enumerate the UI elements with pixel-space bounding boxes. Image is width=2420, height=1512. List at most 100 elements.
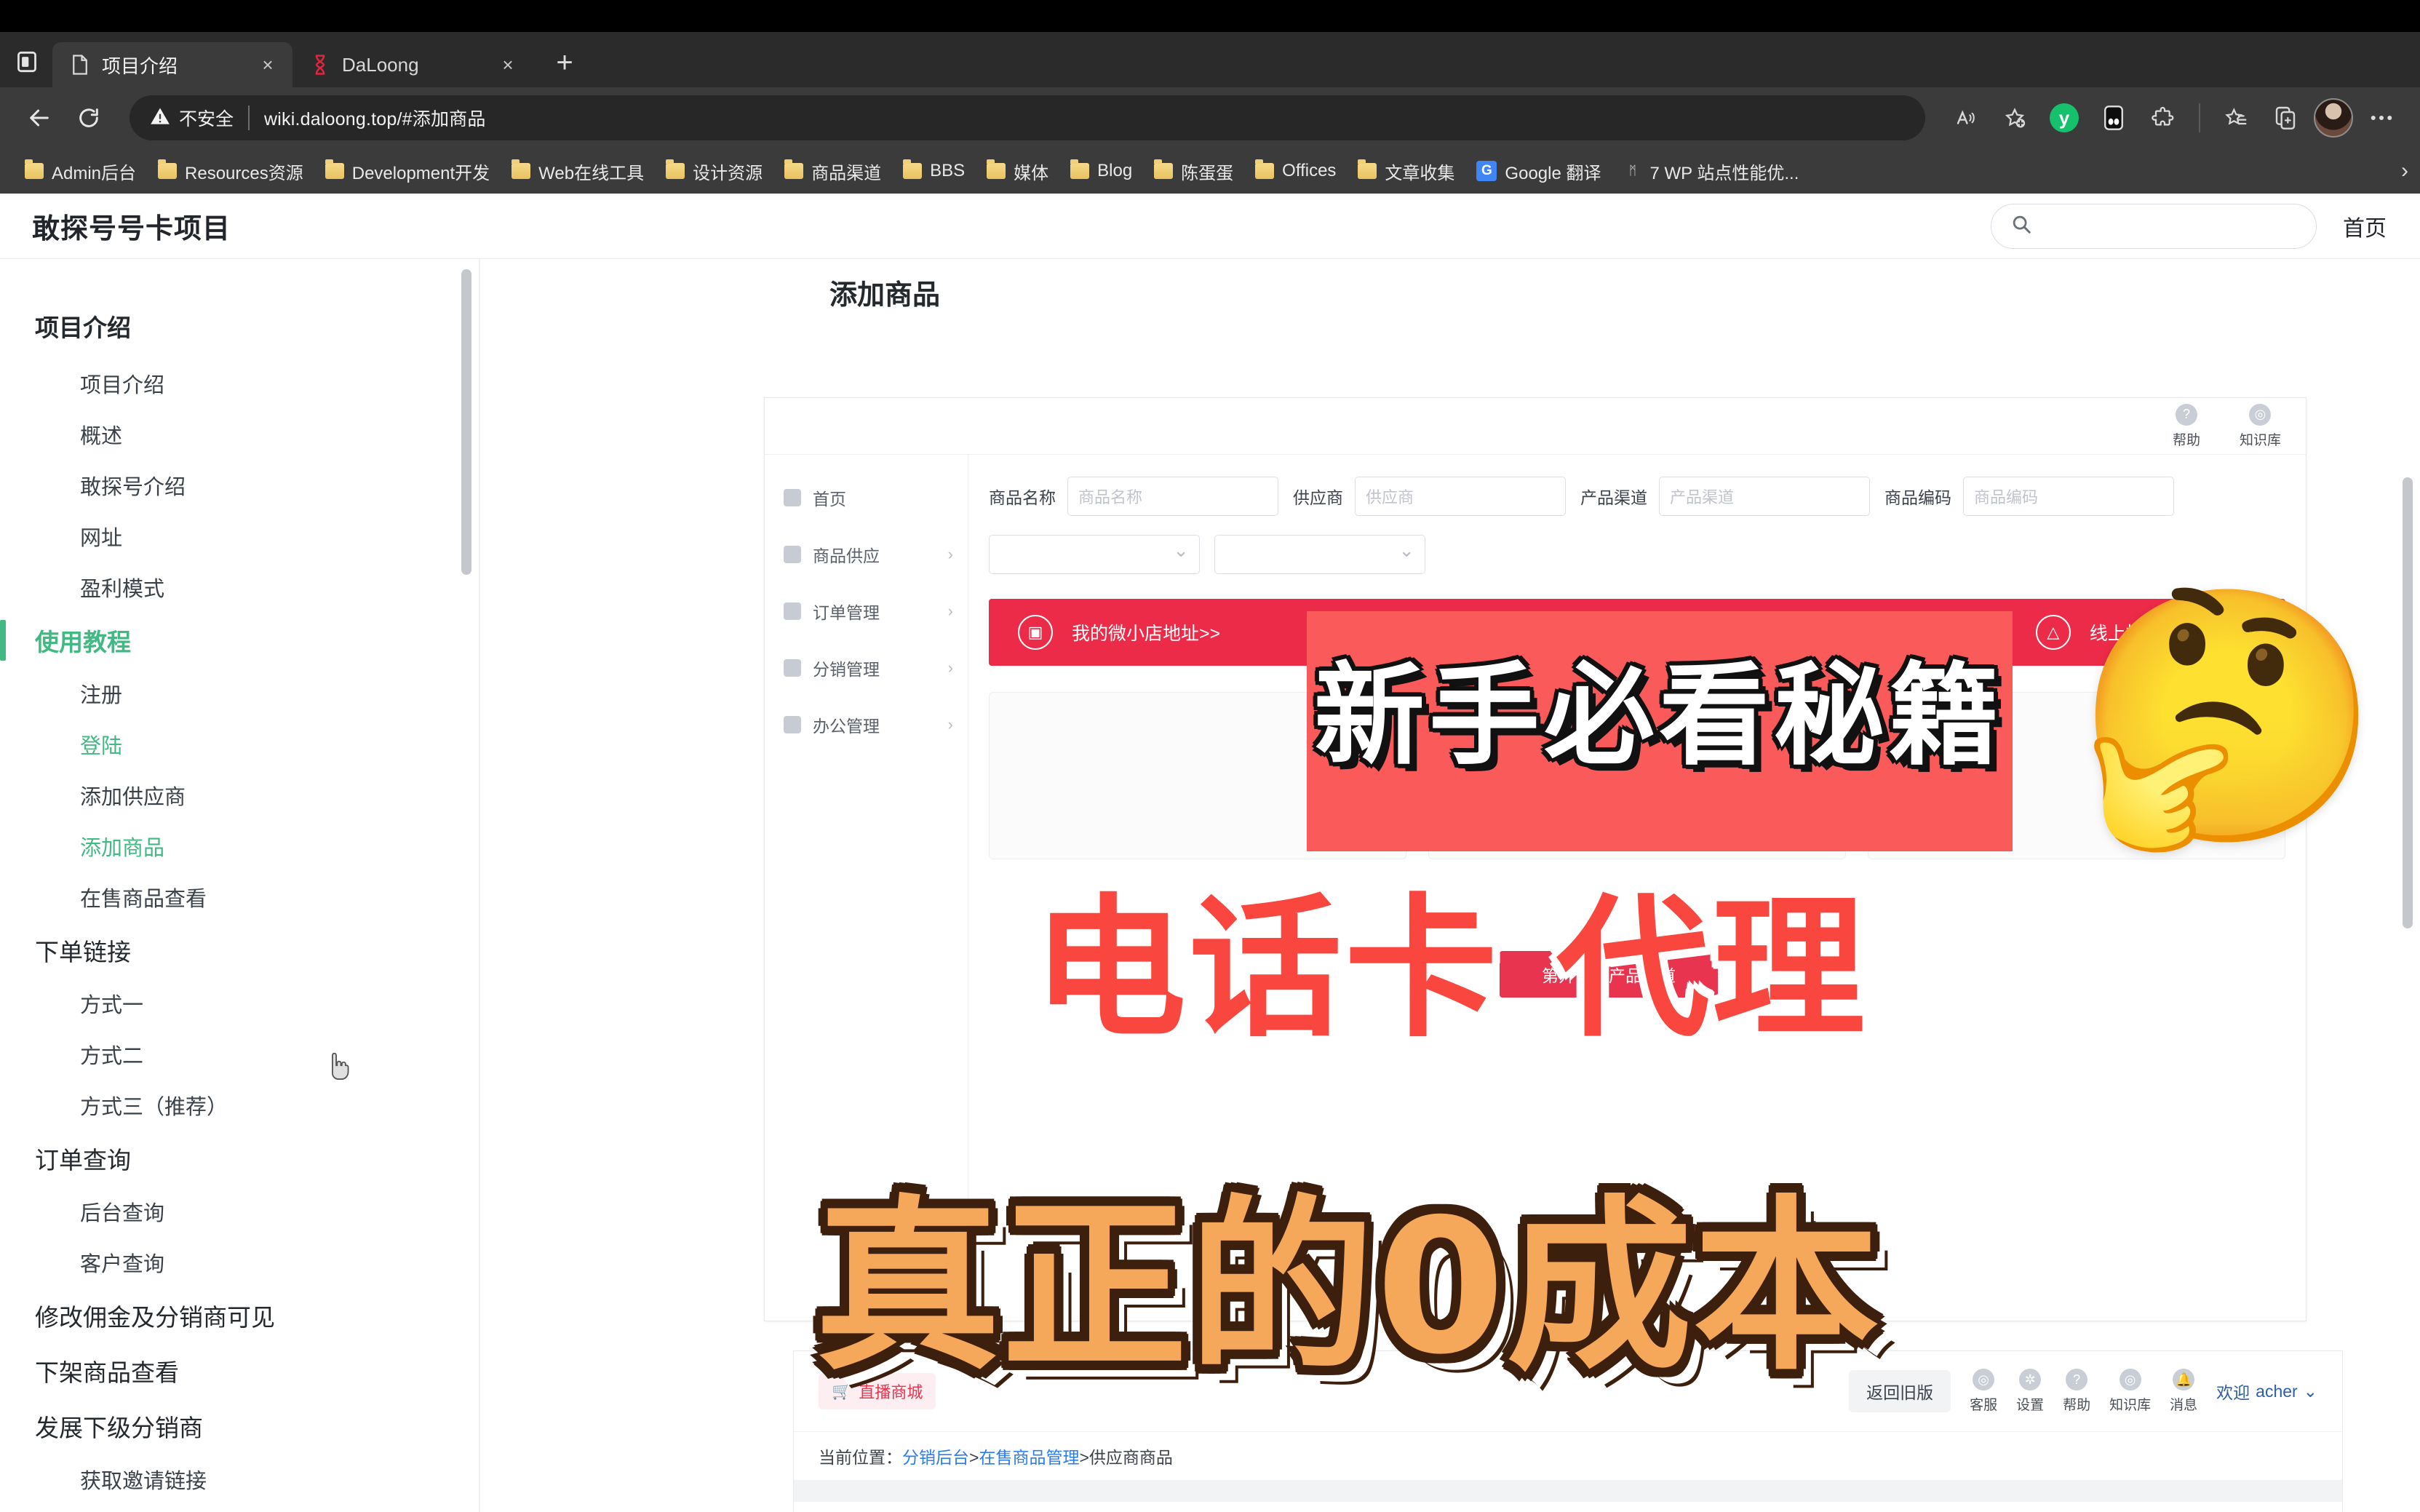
tab-strip: 项目介绍 × DaLoong × + <box>0 32 2420 87</box>
shot-tool-label: 帮助 <box>2172 432 2200 448</box>
sidebar-item-register[interactable]: 注册 <box>0 668 480 719</box>
add-favorite-icon[interactable] <box>1994 97 2036 139</box>
sidebar-item-add-product[interactable]: 添加商品 <box>0 821 480 872</box>
search-field[interactable] <box>2042 215 2297 237</box>
filter-input[interactable]: 商品编码 <box>1963 477 2174 516</box>
bookmarks-overflow-icon[interactable]: › <box>2401 159 2408 183</box>
sidebar-item-modify-commission[interactable]: 修改佣金及分销商可见 <box>0 1288 480 1343</box>
shot2-tool-message[interactable]: 🔔 消息 <box>2170 1369 2197 1414</box>
shot-tool-help[interactable]: ? 帮助 <box>2172 403 2200 449</box>
shot-side-item-office[interactable]: 办公管理 › <box>765 696 968 753</box>
bookmark-item[interactable]: G Google 翻译 <box>1468 154 1609 188</box>
sidebar-scrollbar-thumb[interactable] <box>461 269 471 575</box>
more-settings-icon[interactable] <box>2360 97 2403 139</box>
sidebar-item-order-query[interactable]: 订单查询 <box>0 1131 480 1186</box>
collections-icon[interactable] <box>2264 97 2306 139</box>
bookmark-item[interactable]: Development开发 <box>317 154 498 188</box>
profile-avatar[interactable] <box>2314 98 2353 138</box>
favorites-list-icon[interactable] <box>2215 97 2257 139</box>
sidebar-item-profit-model[interactable]: 盈利模式 <box>0 562 480 613</box>
shot-side-item-goods[interactable]: 商品供应 › <box>765 526 968 583</box>
shot2-tool-knowledge[interactable]: ◎ 知识库 <box>2109 1369 2151 1414</box>
sidebar-item-order-link[interactable]: 下单链接 <box>0 923 480 978</box>
bookmark-item[interactable]: 文章收集 <box>1349 154 1463 188</box>
my-shop-link[interactable]: 我的微小店地址>> <box>1072 619 1220 645</box>
sidebar-item-add-supplier[interactable]: 添加供应商 <box>0 770 480 821</box>
back-arrow-icon[interactable] <box>17 96 61 140</box>
tab-item-0[interactable]: 项目介绍 × <box>52 42 292 87</box>
bookmark-item[interactable]: 商品渠道 <box>776 154 890 188</box>
tab-close-0[interactable]: × <box>253 50 282 79</box>
live-mall-pill[interactable]: 🛒 直播商城 <box>819 1373 936 1409</box>
bookmark-item[interactable]: Web在线工具 <box>503 154 653 188</box>
user-welcome[interactable]: 欢迎 acher ⌄ <box>2216 1379 2317 1404</box>
live-mall-label: 直播商城 <box>859 1383 923 1401</box>
filter-input[interactable]: 商品名称 <box>1067 477 1278 516</box>
bookmark-item[interactable]: Blog <box>1062 156 1141 186</box>
bookmark-item[interactable]: ᛗ 7 WP 站点性能优... <box>1614 154 1807 188</box>
filter-input[interactable]: 供应商 <box>1355 477 1566 516</box>
breadcrumb-link-1[interactable]: 在售商品管理 <box>979 1448 1079 1467</box>
sidebar-item-tutorial[interactable]: 使用教程 <box>0 613 480 668</box>
bookmark-item[interactable]: Admin后台 <box>16 154 145 188</box>
old-version-button[interactable]: 返回旧版 <box>1849 1370 1951 1412</box>
sidebar-item-overview[interactable]: 概述 <box>0 409 480 460</box>
sidebar-item-method-three[interactable]: 方式三（推荐） <box>0 1080 480 1131</box>
bookmark-label: Resources资源 <box>185 163 303 183</box>
shot-side-item-home[interactable]: 首页 <box>765 469 968 526</box>
sidebar-item-onsale-products[interactable]: 在售商品查看 <box>0 872 480 923</box>
tab-close-1[interactable]: × <box>493 50 522 79</box>
bookmark-item[interactable]: BBS <box>894 156 974 186</box>
tab-list-icon[interactable] <box>7 42 47 81</box>
content-scrollbar-thumb[interactable] <box>2403 477 2413 928</box>
sidebar-item-backend-query[interactable]: 后台查询 <box>0 1186 480 1237</box>
shot-tool-knowledge[interactable]: ◎ 知识库 <box>2240 403 2281 449</box>
shot2-tool-label: 设置 <box>2016 1398 2045 1413</box>
shot2-tool-settings[interactable]: ✲ 设置 <box>2016 1369 2044 1414</box>
bookmark-item[interactable]: Resources资源 <box>149 154 312 188</box>
warning-triangle-icon <box>150 106 170 130</box>
breadcrumb-link-0[interactable]: 分销后台 <box>902 1448 969 1467</box>
toolbar-divider <box>2199 103 2200 132</box>
tab-item-1[interactable]: DaLoong × <box>292 42 533 87</box>
extensions-puzzle-icon[interactable] <box>2142 97 2184 139</box>
sidebar-item-invite-link[interactable]: 获取邀请链接 <box>0 1454 480 1505</box>
sidebar-item-develop-subdistributor[interactable]: 发展下级分销商 <box>0 1398 480 1454</box>
question-icon[interactable]: ? <box>1917 618 1947 647</box>
sidebar-item-website[interactable]: 网址 <box>0 511 480 562</box>
sidebar-scrollbar[interactable] <box>461 259 471 1512</box>
sidebar-item-offshelf-products[interactable]: 下架商品查看 <box>0 1343 480 1398</box>
sidebar-item-gantanhao-intro[interactable]: 敢探号介绍 <box>0 460 480 511</box>
shot2-tool-help[interactable]: ? 帮助 <box>2063 1369 2090 1414</box>
bookmark-item[interactable]: 陈蛋蛋 <box>1145 154 1242 188</box>
sidebar-item-project-intro[interactable]: 项目介绍 <box>0 358 480 409</box>
read-aloud-icon[interactable] <box>1944 97 1986 139</box>
promotion-site-link[interactable]: 线上推广站点管理>> <box>2090 619 2256 645</box>
content-scrollbar[interactable] <box>2403 259 2413 1512</box>
folder-icon <box>512 159 531 179</box>
search-input[interactable] <box>1991 203 2317 249</box>
grammarly-extension-icon[interactable]: y <box>2043 97 2085 139</box>
filter-select[interactable] <box>1214 535 1425 574</box>
new-tab-button[interactable]: + <box>544 42 585 83</box>
shot2-tool-service[interactable]: ◎ 客服 <box>1970 1369 1997 1414</box>
sidebar-item-supplier-code[interactable]: 供应商代码 <box>0 1505 480 1512</box>
sidebar-item-method-one[interactable]: 方式一 <box>0 978 480 1029</box>
filter-input[interactable]: 产品渠道 <box>1659 477 1870 516</box>
extension-dark-icon[interactable] <box>2093 97 2135 139</box>
sidebar-item-method-two[interactable]: 方式二 <box>0 1029 480 1080</box>
sidebar-item-customer-query[interactable]: 客户查询 <box>0 1237 480 1288</box>
shot-side-item-distribution[interactable]: 分销管理 › <box>765 640 968 696</box>
security-status[interactable]: 不安全 <box>150 105 234 131</box>
filter-select[interactable] <box>989 535 1200 574</box>
bookmark-item[interactable]: 媒体 <box>978 154 1057 188</box>
bookmark-item[interactable]: Offices <box>1246 156 1345 186</box>
home-link[interactable]: 首页 <box>2343 210 2387 242</box>
sidebar-item-login[interactable]: 登陆 <box>0 719 480 770</box>
address-bar[interactable]: 不安全 wiki.daloong.top/#添加商品 <box>130 95 1925 140</box>
bookmark-label: 设计资源 <box>693 163 763 183</box>
shot-pink-button[interactable]: 第开日有产品渠道 <box>1500 951 1718 998</box>
reload-icon[interactable] <box>67 96 111 140</box>
shot-side-item-order[interactable]: 订单管理 › <box>765 583 968 640</box>
bookmark-item[interactable]: 设计资源 <box>657 154 771 188</box>
